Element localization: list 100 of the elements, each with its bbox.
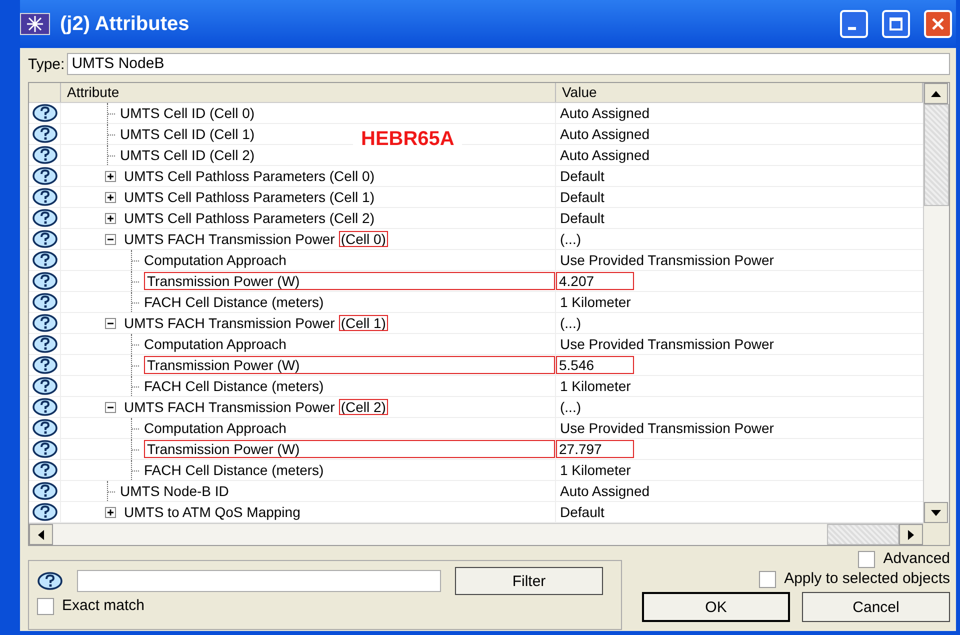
scroll-right-button[interactable]	[899, 524, 923, 545]
attribute-label: Computation Approach	[144, 252, 286, 268]
scroll-down-button[interactable]	[924, 502, 948, 523]
attribute-value: 1 Kilometer	[560, 378, 631, 394]
minus-icon[interactable]	[105, 402, 116, 412]
help-icon[interactable]	[32, 125, 58, 143]
scroll-thumb[interactable]	[827, 524, 899, 545]
tree-line	[131, 334, 142, 354]
attribute-label: FACH Cell Distance (meters)	[144, 378, 324, 394]
tree-line	[131, 355, 142, 375]
attribute-value: 27.797	[556, 440, 634, 458]
attribute-label: UMTS Node-B ID	[120, 483, 229, 499]
tree-line	[131, 292, 142, 312]
tree-line	[107, 481, 118, 501]
attribute-value: 1 Kilometer	[560, 294, 631, 310]
help-icon[interactable]	[32, 356, 58, 374]
scrollbar-corner	[923, 523, 949, 545]
minimize-icon	[848, 27, 856, 30]
minus-icon[interactable]	[105, 234, 116, 244]
attribute-value: (...)	[560, 231, 581, 247]
help-icon[interactable]	[32, 419, 58, 437]
close-icon	[931, 17, 945, 31]
plus-icon[interactable]	[105, 192, 116, 202]
attribute-label: UMTS FACH Transmission Power	[124, 399, 335, 415]
cancel-button[interactable]: Cancel	[802, 592, 950, 622]
plus-icon[interactable]	[105, 506, 116, 518]
help-icon[interactable]	[32, 335, 58, 353]
checkbox[interactable]	[858, 550, 876, 568]
help-icon[interactable]	[32, 293, 58, 311]
help-icon[interactable]	[32, 377, 58, 395]
ok-button[interactable]: OK	[642, 592, 790, 622]
scroll-up-button[interactable]	[924, 83, 948, 104]
attribute-label: UMTS Cell ID (Cell 1)	[120, 126, 255, 142]
checkbox[interactable]	[759, 570, 776, 588]
help-icon[interactable]	[32, 461, 58, 479]
attribute-label: Computation Approach	[144, 336, 286, 352]
plus-icon[interactable]	[105, 212, 116, 224]
help-icon[interactable]	[32, 272, 58, 290]
help-icon[interactable]	[32, 188, 58, 206]
attribute-value: Auto Assigned	[560, 483, 650, 499]
maximize-button[interactable]	[882, 10, 910, 38]
exact-match-label: Exact match	[62, 597, 145, 615]
column-header[interactable]: Attribute	[61, 83, 556, 102]
attribute-label: UMTS Cell Pathloss Parameters (Cell 1)	[124, 189, 375, 205]
close-button[interactable]	[924, 10, 952, 38]
attribute-value: Auto Assigned	[560, 105, 650, 121]
help-icon[interactable]	[32, 314, 58, 332]
filter-button[interactable]: Filter	[455, 567, 603, 595]
tree-line	[131, 271, 142, 291]
right-arrow-icon	[908, 530, 914, 540]
help-icon[interactable]	[32, 146, 58, 164]
help-icon[interactable]	[32, 398, 58, 416]
attribute-label: FACH Cell Distance (meters)	[144, 462, 324, 478]
attribute-value: Use Provided Transmission Power	[560, 336, 774, 352]
attribute-value: Default	[560, 210, 604, 226]
attribute-label: UMTS Cell ID (Cell 2)	[120, 147, 255, 163]
help-icon[interactable]	[32, 209, 58, 227]
attribute-label: UMTS FACH Transmission Power	[124, 231, 335, 247]
attribute-value: Default	[560, 168, 604, 184]
advanced-label: Advanced	[883, 550, 950, 568]
attribute-value: Use Provided Transmission Power	[560, 420, 774, 436]
tree-line	[107, 103, 118, 123]
help-icon[interactable]	[32, 503, 58, 521]
attribute-label: Computation Approach	[144, 420, 286, 436]
help-icon[interactable]	[32, 440, 58, 458]
tree-line	[131, 460, 142, 480]
apply-label: Apply to selected objects	[784, 570, 950, 588]
attribute-value: Use Provided Transmission Power	[560, 252, 774, 268]
attribute-label: UMTS FACH Transmission Power	[124, 315, 335, 331]
maximize-icon	[889, 17, 903, 31]
attribute-label: UMTS Cell Pathloss Parameters (Cell 0)	[124, 168, 375, 184]
attribute-value: Auto Assigned	[560, 126, 650, 142]
attribute-value: (...)	[560, 315, 581, 331]
attribute-value: Default	[560, 504, 604, 520]
scroll-thumb[interactable]	[924, 104, 949, 206]
help-icon[interactable]	[32, 230, 58, 248]
attribute-label: Transmission Power (W)	[144, 440, 555, 458]
help-icon[interactable]	[32, 482, 58, 500]
attribute-value: 1 Kilometer	[560, 462, 631, 478]
minimize-button[interactable]	[840, 10, 868, 38]
plus-icon[interactable]	[105, 170, 116, 182]
attribute-label: Transmission Power (W)	[144, 356, 555, 374]
attribute-value: 5.546	[556, 356, 634, 374]
tree-line	[131, 250, 142, 270]
help-icon[interactable]	[32, 167, 58, 185]
tree-line	[131, 418, 142, 438]
help-icon[interactable]	[32, 251, 58, 269]
checkbox[interactable]	[37, 598, 54, 614]
type-field[interactable]: UMTS NodeB	[66, 53, 950, 75]
attribute-value: Auto Assigned	[560, 147, 650, 163]
tree-line	[107, 124, 118, 144]
attribute-label: Transmission Power (W)	[144, 272, 555, 290]
attribute-value: 4.207	[556, 272, 634, 290]
help-icon[interactable]	[32, 104, 58, 122]
up-arrow-icon	[931, 90, 941, 96]
filter-field[interactable]	[77, 570, 441, 592]
help-icon[interactable]	[37, 572, 63, 590]
scroll-left-button[interactable]	[29, 524, 53, 545]
type-label: Type:	[28, 56, 65, 72]
minus-icon[interactable]	[105, 318, 116, 328]
